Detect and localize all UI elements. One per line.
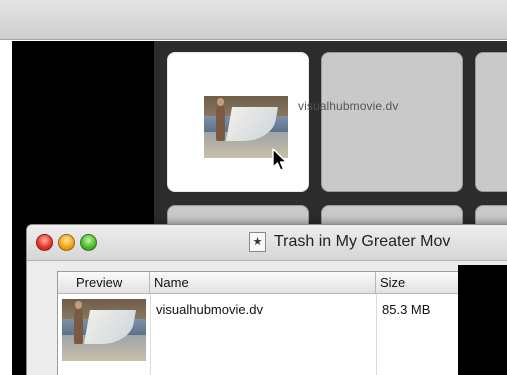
background-panel: [458, 265, 507, 375]
video-thumbnail: [62, 299, 146, 361]
trash-table: Preview Name Size visualhubmovie.dv 85.3…: [57, 271, 498, 375]
window-title: Trash in My Greater Mov: [274, 233, 451, 250]
trash-window: ★ Trash in My Greater Mov Preview Name S…: [26, 224, 507, 375]
star-document-icon: ★: [249, 232, 266, 252]
screen: visualhubmovie.dv ★ Trash in My Greater …: [0, 0, 507, 375]
tile-filename: visualhubmovie.dv: [298, 99, 399, 113]
main-window-toolbar: [0, 0, 507, 40]
column-header-name[interactable]: Name: [150, 272, 376, 294]
zoom-button[interactable]: [80, 234, 97, 251]
media-tile-empty[interactable]: [321, 52, 463, 192]
trash-window-titlebar[interactable]: ★ Trash in My Greater Mov: [27, 225, 507, 261]
minimize-button[interactable]: [58, 234, 75, 251]
close-button[interactable]: [36, 234, 53, 251]
column-header-preview[interactable]: Preview: [58, 272, 150, 294]
row-name: visualhubmovie.dv: [156, 302, 263, 317]
media-tile-empty[interactable]: [475, 52, 507, 192]
row-size: 85.3 MB: [382, 302, 431, 317]
arrow-cursor-icon: [272, 148, 288, 171]
